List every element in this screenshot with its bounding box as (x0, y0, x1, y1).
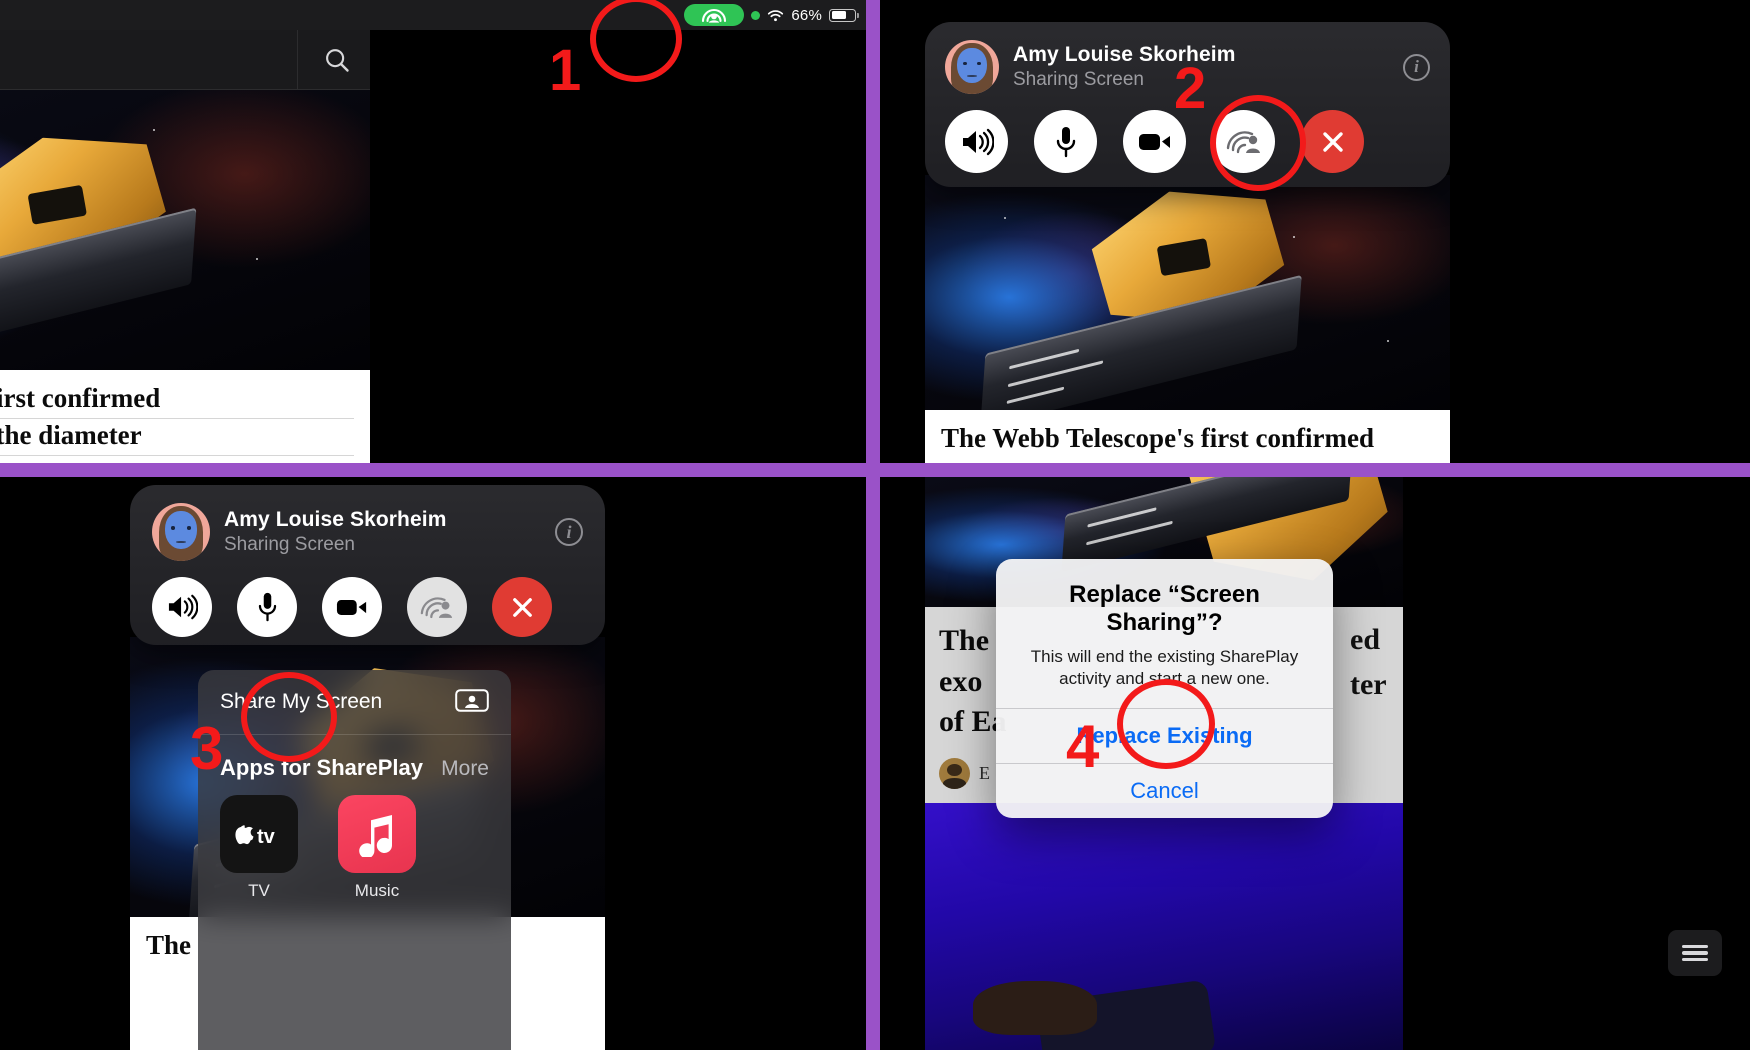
alert-message-line-2: activity and start a new one. (1059, 668, 1270, 688)
end-call-button[interactable] (492, 577, 552, 637)
app-tv[interactable]: tv TV (220, 795, 298, 901)
byline-avatar (939, 758, 970, 789)
participant-name: Amy Louise Skorheim (1013, 43, 1236, 66)
alert-message-line-1: This will end the existing SharePlay (1030, 647, 1299, 666)
apps-header-label: Apps for SharePlay (220, 755, 423, 780)
replace-existing-button[interactable]: Replace Existing (996, 709, 1333, 763)
app-music[interactable]: Music (338, 795, 416, 901)
step-3-panel: The Amy Louise Skorheim Sharing Screen i (0, 477, 866, 1050)
info-icon-label: i (1414, 57, 1419, 76)
apps-for-shareplay-header: Apps for SharePlay More (198, 735, 511, 781)
article-headline-q4-right: ed ter (1350, 617, 1387, 707)
microphone-icon (1056, 126, 1075, 157)
battery-percent-label: 66% (791, 6, 822, 24)
article-second-image-q4 (925, 803, 1403, 1050)
facetime-buttons-q3 (152, 577, 583, 637)
search-icon[interactable] (322, 45, 352, 75)
phone-screen-q1: ngadget bb (0, 0, 370, 463)
article-headline-q2: The Webb Telescope's first confirmed (925, 410, 1450, 463)
engadget-watermark (1668, 930, 1722, 976)
camera-button[interactable] (322, 577, 382, 637)
article-byline-q4: E (939, 758, 990, 789)
end-call-button[interactable] (1301, 110, 1364, 173)
shareplay-button[interactable] (1212, 110, 1275, 173)
participant-status: Sharing Screen (224, 534, 355, 555)
speaker-button[interactable] (152, 577, 212, 637)
article-hero-image-q2 (925, 175, 1450, 410)
video-camera-icon (336, 599, 367, 615)
article-hero-image-q1 (0, 90, 370, 370)
speaker-icon (168, 594, 198, 620)
step-2-panel: The Webb Telescope's first confirmed Amy… (880, 0, 1750, 463)
app-music-label: Music (354, 881, 400, 900)
close-x-icon (512, 597, 532, 617)
battery-icon (829, 8, 859, 22)
share-my-screen-row[interactable]: Share My Screen (198, 670, 511, 734)
shareplay-icon (1226, 130, 1260, 153)
apple-music-icon (338, 795, 416, 873)
screen-share-icon (455, 689, 489, 712)
participant-name: Amy Louise Skorheim (224, 508, 447, 531)
step-1-panel: ngadget bb (0, 0, 866, 463)
facetime-control-bar-q2: Amy Louise Skorheim Sharing Screen i (925, 22, 1450, 187)
headline-line-1: bb Telescope's first confirmed (0, 382, 354, 419)
facetime-control-bar-q3: Amy Louise Skorheim Sharing Screen i (130, 485, 605, 645)
info-icon[interactable]: i (555, 518, 583, 546)
divider-vertical (866, 0, 880, 1050)
alert-title: Replace “Screen Sharing”? (1069, 581, 1260, 636)
info-icon-label: i (566, 521, 572, 542)
mute-button[interactable] (237, 577, 297, 637)
facetime-header-q2: Amy Louise Skorheim Sharing Screen i (945, 40, 1430, 94)
apple-tv-icon: tv (220, 795, 298, 873)
facetime-header-q3: Amy Louise Skorheim Sharing Screen i (152, 503, 583, 561)
participant-status: Sharing Screen (1013, 69, 1144, 90)
wifi-icon (768, 9, 784, 21)
cancel-button[interactable]: Cancel (996, 764, 1333, 818)
avatar[interactable] (152, 503, 210, 561)
app-tv-label: TV (248, 881, 270, 900)
shareplay-button[interactable] (407, 577, 467, 637)
avatar[interactable] (945, 40, 999, 94)
video-camera-icon (1138, 133, 1170, 150)
shared-screen-black-area-q1 (370, 0, 866, 463)
article-navbar-q1: ngadget (0, 30, 370, 90)
headline-right-2: ter (1350, 668, 1387, 701)
shareplay-sheet: Share My Screen Apps for SharePlay More (198, 670, 511, 1050)
recording-dot-icon (751, 10, 761, 20)
camera-button[interactable] (1123, 110, 1186, 173)
article-headline-q1: bb Telescope's first confirmed et is 99 … (0, 370, 370, 463)
mute-button[interactable] (1034, 110, 1097, 173)
replace-shareplay-alert: Replace “Screen Sharing”? This will end … (996, 559, 1333, 818)
shareplay-status-pill[interactable] (684, 4, 745, 26)
facetime-buttons-q2 (945, 110, 1430, 173)
step-4-panel: The exo of Ea E ed ter Replace “Screen S… (880, 477, 1750, 1050)
shareplay-app-list: tv TV Music (198, 781, 511, 901)
status-bar-q1: 66% (0, 0, 866, 30)
speaker-button[interactable] (945, 110, 1008, 173)
svg-text:tv: tv (257, 826, 276, 848)
share-my-screen-label: Share My Screen (220, 690, 383, 713)
microphone-icon (258, 592, 276, 622)
engadget-logo-icon (1682, 943, 1708, 963)
headline-line-1: The Webb Telescope's first confirmed (941, 423, 1375, 453)
info-icon[interactable]: i (1403, 53, 1430, 81)
more-button[interactable]: More (441, 757, 489, 781)
headline-line-2: et is 99 percent the diameter (0, 419, 354, 456)
close-x-icon (1322, 131, 1343, 152)
shareplay-icon (420, 596, 453, 618)
shareplay-icon (702, 8, 727, 23)
speaker-icon (962, 128, 994, 155)
tutorial-collage: ngadget bb (0, 0, 1750, 1050)
byline-text: E (979, 763, 990, 783)
headline-right-1: ed (1350, 623, 1380, 656)
